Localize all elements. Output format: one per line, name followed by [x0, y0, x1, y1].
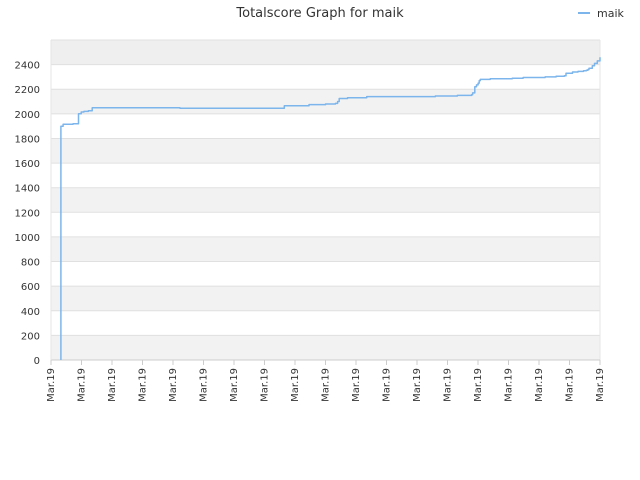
- legend[interactable]: maik: [578, 7, 625, 20]
- x-tick-label: Mar.19: [595, 368, 606, 402]
- x-tick-label: Mar.19: [443, 368, 454, 402]
- plot-band: [51, 335, 600, 360]
- y-tick-label: 2400: [15, 61, 40, 72]
- plot-bands: [51, 40, 600, 360]
- y-tick-label: 2200: [15, 85, 40, 96]
- chart: 0 200 400 600 800 1000 1200 1400 1600 1800 2000 220…: [15, 6, 625, 402]
- plot-band: [51, 286, 600, 311]
- x-tick-label: Mar.19: [107, 368, 118, 402]
- plot-band: [51, 89, 600, 114]
- y-tick-label: 1800: [15, 134, 40, 145]
- plot-band: [51, 310, 600, 336]
- x-tick-label: Mar.19: [534, 368, 545, 402]
- x-tick-label: Mar.19: [321, 368, 332, 402]
- x-tick-label: Mar.19: [46, 368, 57, 402]
- y-tick-label: 1600: [15, 159, 40, 170]
- x-tick-label: Mar.19: [77, 368, 88, 402]
- plot-band: [51, 113, 600, 139]
- x-tick-label: Mar.19: [138, 368, 149, 402]
- plot-band: [51, 163, 600, 188]
- plot-band: [51, 212, 600, 237]
- y-tick-label: 1400: [15, 184, 40, 195]
- y-tick-label: 200: [21, 331, 40, 342]
- plot-band: [51, 64, 600, 90]
- y-tick-label: 600: [21, 282, 40, 293]
- x-tick-label: Mar.19: [504, 368, 515, 402]
- x-tick-label: Mar.19: [351, 368, 362, 402]
- y-tick-label: 400: [21, 307, 40, 318]
- chart-title: Totalscore Graph for maik: [235, 6, 404, 21]
- plot-band: [51, 261, 600, 287]
- y-tick-label: 1000: [15, 233, 40, 244]
- x-tick-label: Mar.19: [290, 368, 301, 402]
- x-tick-label: Mar.19: [168, 368, 179, 402]
- y-tick-label: 1200: [15, 208, 40, 219]
- y-tick-label: 800: [21, 258, 40, 269]
- plot-band: [51, 236, 600, 262]
- x-tick-label: Mar.19: [199, 368, 210, 402]
- x-tick-label: Mar.19: [412, 368, 423, 402]
- x-tick-label: Mar.19: [229, 368, 240, 402]
- y-tick-label: 0: [34, 356, 40, 367]
- y-axis-ticks: 0 200 400 600 800 1000 1200 1400 1600 1800 2000 220…: [15, 61, 40, 367]
- x-tick-label: Mar.19: [565, 368, 576, 402]
- plot-band: [51, 138, 600, 164]
- y-tick-label: 2000: [15, 110, 40, 121]
- x-tick-label: Mar.19: [382, 368, 393, 402]
- plot-band: [51, 187, 600, 213]
- x-tick-label: Mar.19: [260, 368, 271, 402]
- x-tick-label: Mar.19: [473, 368, 484, 402]
- x-axis-ticks: Mar.19 Mar.19 Mar.19 Mar.19 Mar.19 Mar.19 Mar.…: [46, 360, 606, 402]
- legend-label-maik: maik: [597, 7, 625, 20]
- plot-band: [51, 40, 600, 65]
